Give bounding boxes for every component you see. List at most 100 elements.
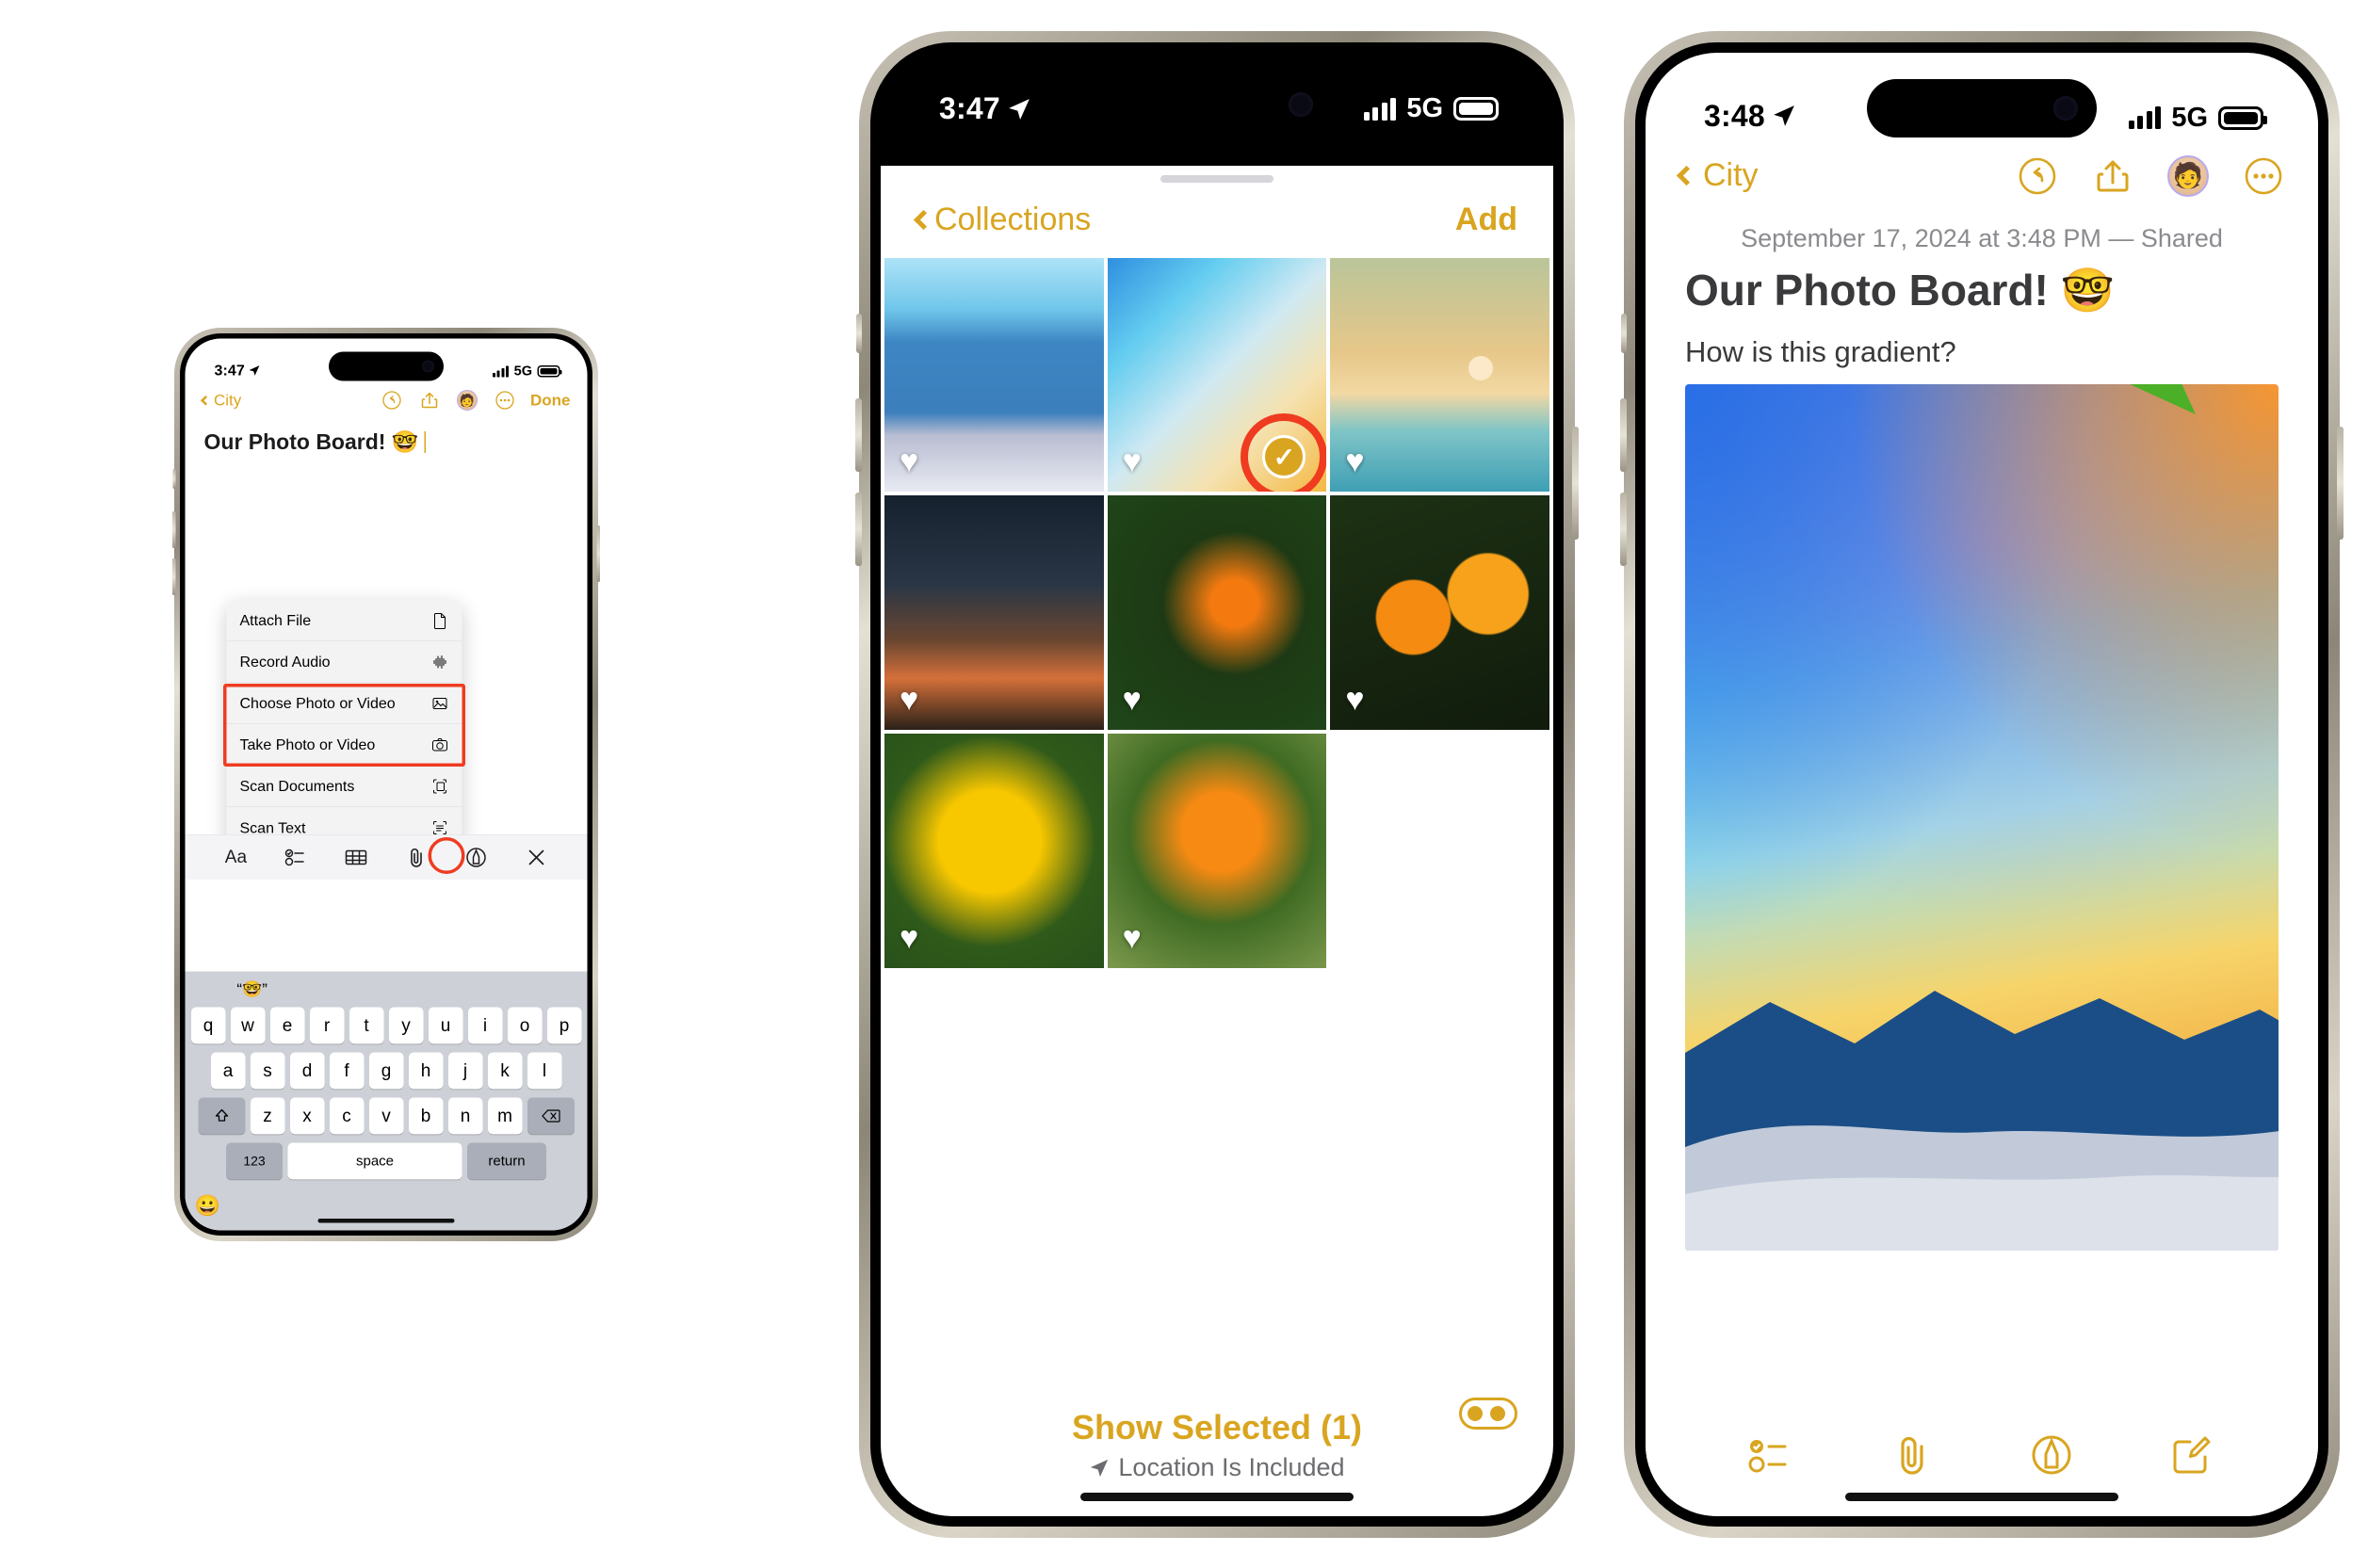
volume-down-button[interactable] bbox=[1620, 492, 1627, 566]
key-q[interactable]: q bbox=[190, 1007, 226, 1043]
share-icon[interactable] bbox=[419, 390, 440, 411]
menu-item-take-photo-or-video[interactable]: Take Photo or Video bbox=[226, 724, 462, 766]
markup-icon[interactable] bbox=[2027, 1431, 2076, 1479]
checklist-icon[interactable] bbox=[284, 844, 309, 869]
sheet-grabber[interactable] bbox=[1160, 174, 1273, 183]
share-icon[interactable] bbox=[2092, 155, 2133, 197]
key-e[interactable]: e bbox=[269, 1007, 305, 1043]
key-v[interactable]: v bbox=[368, 1097, 404, 1134]
photo-cell[interactable]: ♥ bbox=[884, 495, 1104, 731]
paperclip-icon[interactable] bbox=[1888, 1431, 1937, 1479]
key-m[interactable]: m bbox=[487, 1097, 523, 1134]
menu-item-choose-photo-or-video[interactable]: Choose Photo or Video bbox=[226, 683, 462, 724]
space-key[interactable]: space bbox=[287, 1142, 462, 1179]
collaborator-avatar-icon[interactable]: 🧑 bbox=[2167, 154, 2209, 197]
shift-key[interactable] bbox=[198, 1097, 246, 1134]
silent-switch[interactable] bbox=[172, 468, 176, 489]
key-u[interactable]: u bbox=[428, 1007, 463, 1043]
key-h[interactable]: h bbox=[408, 1052, 444, 1089]
emoji-key[interactable]: 😀 bbox=[195, 1193, 220, 1218]
key-z[interactable]: z bbox=[250, 1097, 285, 1134]
power-button[interactable] bbox=[2337, 426, 2344, 540]
key-o[interactable]: o bbox=[507, 1007, 543, 1043]
photo-cell[interactable]: ♥ bbox=[884, 257, 1104, 493]
back-to-city-button[interactable]: City bbox=[200, 391, 241, 410]
mountain-silhouette bbox=[1685, 990, 2279, 1251]
key-w[interactable]: w bbox=[230, 1007, 266, 1043]
volume-down-button[interactable] bbox=[855, 492, 862, 566]
numbers-key[interactable]: 123 bbox=[226, 1142, 283, 1179]
paperclip-icon[interactable] bbox=[403, 844, 429, 869]
phone-3-bezel: 3:48 5G City 🧑 September 17, 2024 at 3:4… bbox=[1635, 41, 2328, 1527]
done-button[interactable]: Done bbox=[530, 391, 571, 410]
key-t[interactable]: t bbox=[349, 1007, 384, 1043]
key-p[interactable]: p bbox=[546, 1007, 582, 1043]
back-to-city-button[interactable]: City bbox=[1676, 157, 1759, 194]
key-g[interactable]: g bbox=[368, 1052, 404, 1089]
menu-label: Take Photo or Video bbox=[239, 736, 376, 752]
favorite-heart-icon: ♥ bbox=[1122, 920, 1142, 957]
photo-cell[interactable]: ♥ bbox=[1330, 495, 1549, 731]
markup-icon[interactable] bbox=[463, 844, 489, 869]
menu-item-scan-documents[interactable]: Scan Documents bbox=[226, 766, 462, 807]
key-c[interactable]: c bbox=[329, 1097, 365, 1134]
text-style-aa-button[interactable]: Aa bbox=[223, 844, 249, 869]
delete-key[interactable] bbox=[527, 1097, 575, 1134]
volume-up-button[interactable] bbox=[855, 397, 862, 472]
volume-down-button[interactable] bbox=[172, 558, 176, 595]
power-button[interactable] bbox=[1572, 426, 1579, 540]
attached-gradient-photo[interactable] bbox=[1685, 383, 2279, 1251]
menu-item-record-audio[interactable]: Record Audio bbox=[226, 641, 462, 683]
power-button[interactable] bbox=[596, 525, 600, 582]
key-j[interactable]: j bbox=[447, 1052, 483, 1089]
prediction-1[interactable]: “🤓” bbox=[186, 979, 319, 998]
photo-cell[interactable]: ♥ bbox=[1330, 257, 1549, 493]
volume-up-button[interactable] bbox=[1620, 397, 1627, 472]
menu-item-attach-file[interactable]: Attach File bbox=[226, 600, 462, 641]
dynamic-island bbox=[329, 351, 444, 380]
key-f[interactable]: f bbox=[329, 1052, 365, 1089]
back-to-collections-button[interactable]: Collections bbox=[913, 202, 1091, 238]
key-i[interactable]: i bbox=[467, 1007, 503, 1043]
key-s[interactable]: s bbox=[250, 1052, 285, 1089]
key-d[interactable]: d bbox=[289, 1052, 325, 1089]
note-title[interactable]: Our Photo Board! 🤓 bbox=[186, 418, 588, 455]
volume-up-button[interactable] bbox=[172, 510, 176, 548]
checklist-icon[interactable] bbox=[1747, 1431, 1796, 1479]
key-x[interactable]: x bbox=[289, 1097, 325, 1134]
network-type-label: 5G bbox=[2171, 102, 2208, 133]
undo-icon[interactable] bbox=[381, 390, 402, 411]
silent-switch[interactable] bbox=[1621, 313, 1627, 353]
collaborator-avatar-icon[interactable]: 🧑 bbox=[457, 389, 478, 411]
key-a[interactable]: a bbox=[210, 1052, 246, 1089]
key-r[interactable]: r bbox=[309, 1007, 345, 1043]
home-indicator[interactable] bbox=[1080, 1492, 1354, 1501]
cellular-signal-icon bbox=[1363, 97, 1397, 121]
home-indicator[interactable] bbox=[1845, 1492, 2118, 1501]
key-n[interactable]: n bbox=[447, 1097, 483, 1134]
photo-cell[interactable]: ♥ bbox=[884, 734, 1104, 969]
filters-toggle-icon[interactable] bbox=[1459, 1397, 1517, 1430]
table-icon[interactable] bbox=[344, 844, 369, 869]
keyboard-row-4: 123 space return bbox=[186, 1142, 588, 1179]
key-b[interactable]: b bbox=[408, 1097, 444, 1134]
photo-cell[interactable]: ♥ bbox=[1107, 495, 1327, 731]
more-icon[interactable] bbox=[495, 390, 515, 411]
note-title[interactable]: Our Photo Board! 🤓 bbox=[1646, 259, 2318, 316]
close-icon[interactable] bbox=[524, 844, 549, 869]
return-key[interactable]: return bbox=[467, 1142, 546, 1179]
show-selected-button[interactable]: Show Selected (1) bbox=[1072, 1408, 1362, 1447]
photo-cell[interactable]: ♥ bbox=[1107, 734, 1327, 969]
compose-icon[interactable] bbox=[2167, 1431, 2216, 1479]
undo-icon[interactable] bbox=[2017, 155, 2058, 197]
note-body-text[interactable]: How is this gradient? bbox=[1646, 316, 2318, 384]
selected-check-icon[interactable]: ✓ bbox=[1262, 435, 1306, 479]
key-k[interactable]: k bbox=[487, 1052, 523, 1089]
key-y[interactable]: y bbox=[388, 1007, 424, 1043]
home-indicator[interactable] bbox=[317, 1218, 455, 1222]
key-l[interactable]: l bbox=[527, 1052, 562, 1089]
add-button[interactable]: Add bbox=[1455, 202, 1517, 238]
silent-switch[interactable] bbox=[856, 313, 862, 353]
more-icon[interactable] bbox=[2243, 155, 2284, 197]
photo-cell[interactable]: ♥ ✓ bbox=[1107, 257, 1327, 493]
